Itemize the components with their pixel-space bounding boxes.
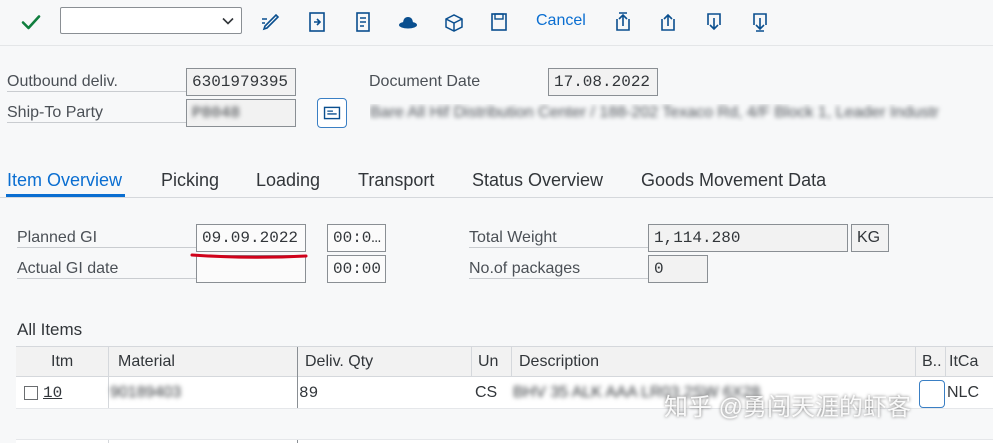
tab-loading[interactable]: Loading [256,170,320,191]
ship-to-party-label: Ship-To Party [7,104,187,123]
previous-page-icon[interactable] [656,10,680,34]
ship-to-party-field[interactable]: P8048 [186,99,296,127]
document-icon[interactable] [351,10,375,34]
col-header-description[interactable]: Description [519,353,599,371]
column-divider [471,347,472,377]
last-page-icon[interactable] [748,10,772,34]
command-input[interactable] [61,8,211,33]
packages-label: No.of packages [469,260,649,279]
checkmark-icon[interactable] [19,10,43,34]
document-date-label: Document Date [369,73,481,90]
column-divider [945,347,946,377]
unit-cell: CS [475,384,498,401]
tab-status-overview[interactable]: Status Overview [472,170,603,191]
outbound-delivery-field[interactable]: 6301979395 [186,68,296,96]
address-button[interactable] [317,98,347,128]
save-document-icon[interactable] [487,10,511,34]
col-header-itm[interactable]: Itm [51,353,73,371]
material-cell: 90189403 [110,384,182,401]
column-divider [511,347,512,377]
ship-to-party-value: P8048 [192,104,241,122]
table-header: Itm Material Deliv. Qty Un Description B… [16,347,993,377]
application-toolbar: Cancel [0,0,993,46]
chevron-down-icon[interactable] [219,12,237,30]
outbound-delivery-label: Outbound deliv. [7,73,187,92]
planned-gi-label: Planned GI [17,229,197,248]
total-weight-field[interactable]: 1,114.280 [648,224,848,252]
other-delivery-icon[interactable] [305,10,329,34]
actual-gi-date-label: Actual GI date [17,260,197,279]
item-number-link[interactable]: 10 [43,384,62,402]
change-display-icon[interactable] [259,10,283,34]
ship-to-address-text: Bare All Hif Distribution Center / 188-2… [370,104,939,121]
first-page-icon[interactable] [611,10,635,34]
active-tab-indicator [6,194,125,197]
actual-gi-time-field[interactable]: 00:00 [327,255,386,283]
tab-strip: Item Overview Picking Loading Transport … [0,160,993,198]
tab-picking[interactable]: Picking [161,170,219,191]
weight-unit-field[interactable]: KG [851,224,889,252]
total-weight-label: Total Weight [469,229,649,248]
tab-goods-movement-data[interactable]: Goods Movement Data [641,170,826,191]
col-header-itca[interactable]: ItCa [949,353,978,371]
column-divider [915,347,916,377]
tab-item-overview[interactable]: Item Overview [7,170,122,191]
col-header-material[interactable]: Material [118,353,175,371]
col-header-batch[interactable]: B.. [922,353,942,371]
all-items-title: All Items [17,320,83,339]
deliv-qty-cell[interactable]: 89 [299,384,318,402]
command-field[interactable] [60,7,242,34]
package-icon[interactable] [442,10,466,34]
next-page-icon[interactable] [702,10,726,34]
col-header-un[interactable]: Un [478,353,498,371]
partner-hat-icon[interactable] [396,10,420,34]
tab-transport[interactable]: Transport [358,170,434,191]
planned-gi-time-field[interactable]: 00:0… [327,224,386,252]
document-date-field[interactable]: 17.08.2022 [548,68,658,96]
red-underline-annotation [190,253,308,259]
row-select-checkbox[interactable] [24,386,38,400]
ship-to-address: Bare All Hif Distribution Center / 188-2… [370,104,970,122]
planned-gi-date-field[interactable]: 09.09.2022 [196,224,306,252]
watermark-text: 知乎 @勇闯天涯的虾客 [664,394,912,421]
packages-field[interactable]: 0 [648,255,708,283]
col-header-deliv-qty[interactable]: Deliv. Qty [305,353,373,371]
cancel-button[interactable]: Cancel [536,12,586,30]
item-category-cell: NLC [947,384,980,401]
batch-button[interactable] [919,380,945,408]
